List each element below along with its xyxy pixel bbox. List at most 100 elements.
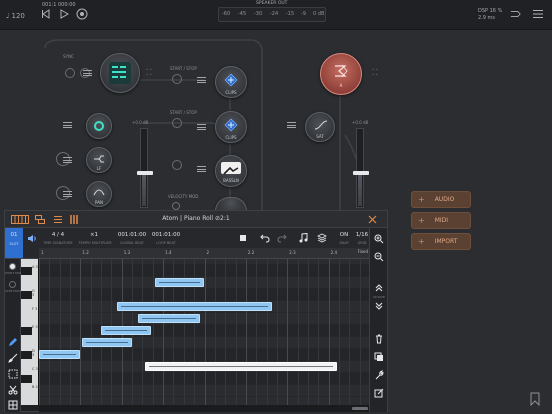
step-mode-toggle[interactable] — [9, 281, 16, 288]
clips-node-2[interactable]: CLIPS — [215, 111, 247, 143]
right-volume-fader[interactable] — [353, 128, 369, 208]
bassline-label: BASSLN — [223, 178, 239, 183]
bassline-menu-icon[interactable] — [197, 166, 206, 172]
black-key[interactable] — [21, 267, 32, 275]
menu-icon[interactable] — [532, 8, 544, 20]
pan-node[interactable]: PAN — [86, 181, 112, 207]
selected-midi-note[interactable] — [144, 362, 337, 371]
left-volume-fader[interactable] — [137, 128, 153, 208]
ruler-mark: 2 — [206, 250, 210, 255]
loop-beat-value[interactable]: 001:01:00 — [147, 232, 185, 238]
octave-down-icon[interactable] — [375, 302, 383, 310]
select-box-icon[interactable] — [8, 369, 18, 379]
pan-node-label: PAN — [95, 200, 103, 205]
wrench-icon[interactable] — [374, 370, 384, 380]
start-stop-toggle-2[interactable] — [172, 118, 182, 128]
midi-note[interactable] — [82, 338, 133, 347]
midi-note[interactable] — [101, 326, 151, 335]
play-icon[interactable] — [58, 8, 70, 20]
scissors-icon[interactable] — [8, 385, 18, 395]
zoom-out-icon[interactable] — [374, 252, 384, 262]
record-icon[interactable] — [76, 8, 88, 20]
sat-node[interactable]: SAT — [305, 112, 335, 142]
left-fader-fill — [142, 174, 146, 206]
redo-icon[interactable] — [277, 233, 287, 243]
stop-icon[interactable] — [239, 234, 247, 242]
black-key[interactable] — [21, 351, 32, 359]
scroll-thumb[interactable] — [352, 407, 368, 410]
key-label: F 3 — [32, 307, 38, 311]
copy-icon[interactable] — [374, 352, 384, 362]
global-beat-caption: GLOBAL BEAT — [119, 241, 145, 245]
trash-icon[interactable] — [375, 334, 383, 344]
rewind-icon[interactable] — [40, 8, 52, 20]
snap-value[interactable]: ON — [335, 232, 353, 238]
slot-selector[interactable]: 01 SLOT — [5, 228, 23, 258]
add-audio-button[interactable]: + AUDIO — [411, 191, 471, 208]
midi-note[interactable] — [39, 350, 81, 359]
quantize-icon[interactable] — [8, 400, 18, 410]
output-meter: -60 -45 -30 -24 -15 -9 0 dB — [218, 7, 326, 22]
pencil-icon[interactable] — [8, 337, 18, 347]
routing-icon[interactable] — [510, 8, 522, 20]
midi-in-node[interactable] — [86, 113, 112, 139]
add-midi-button[interactable]: + MIDI — [411, 212, 471, 229]
grid-line — [328, 259, 330, 405]
saturation-curve-icon — [314, 120, 328, 130]
snap-caption: SNAP — [339, 241, 349, 245]
sat-menu-icon[interactable] — [287, 122, 296, 128]
right-fader-handle[interactable] — [353, 171, 369, 176]
atom-node[interactable] — [100, 53, 140, 93]
speaker-icon[interactable] — [27, 234, 37, 243]
left-fader-handle[interactable] — [137, 171, 153, 176]
lf-menu-icon[interactable] — [63, 157, 72, 163]
tempo-multiplier-value[interactable]: ×1 — [79, 232, 109, 238]
undo-icon[interactable] — [260, 233, 270, 243]
piano-roll-title: Atom | Piano Roll ⊘2:1 — [162, 215, 230, 222]
clips1-menu-icon[interactable] — [197, 77, 206, 83]
atom-menu-icon[interactable] — [83, 70, 92, 76]
grid-line — [349, 259, 351, 405]
note-grid[interactable] — [39, 259, 370, 405]
a-node[interactable]: A — [320, 53, 362, 95]
key-label: B 2 — [32, 385, 38, 389]
grid-line — [152, 259, 154, 405]
lfo-menu-icon[interactable] — [63, 122, 72, 128]
fixed-label: Fixed — [357, 249, 368, 254]
clips2-menu-icon[interactable] — [197, 124, 206, 130]
grid-line — [70, 259, 72, 405]
midi-note[interactable] — [154, 278, 205, 287]
edit-icon[interactable] — [374, 388, 384, 398]
lf-node[interactable]: LF — [86, 147, 112, 173]
global-beat-value[interactable]: 001:01:00 — [113, 232, 151, 238]
import-button[interactable]: + IMPORT — [411, 233, 471, 250]
note-icon[interactable] — [299, 233, 308, 243]
close-icon[interactable] — [368, 215, 377, 224]
bassline-toggle[interactable] — [172, 160, 182, 170]
tempo-display[interactable]: ♩ 120 — [6, 12, 25, 20]
brush-icon[interactable] — [8, 353, 18, 363]
horizontal-scrollbar[interactable] — [39, 405, 370, 412]
piano-keyboard[interactable]: A 3 G 3 F 3 E 3 D 3 C 3 B 2 — [21, 259, 39, 405]
pan-menu-icon[interactable] — [63, 191, 72, 197]
point-mode-toggle[interactable] — [9, 263, 16, 270]
time-signature-value[interactable]: 4 / 4 — [43, 232, 73, 238]
velocity-mod-toggle[interactable] — [172, 202, 180, 210]
octave-up-icon[interactable] — [375, 284, 383, 292]
black-key[interactable] — [21, 291, 32, 299]
atom-port-dots: • • • • — [146, 67, 152, 77]
clips-node-1[interactable]: CLIPS — [215, 66, 247, 98]
sat-node-label: SAT — [316, 134, 324, 139]
black-key[interactable] — [21, 375, 32, 383]
midi-note[interactable] — [116, 302, 272, 311]
right-toolbar: OCTAVE — [369, 228, 387, 412]
timeline-ruler[interactable]: Fixed 1 1.2 1.3 1.4 2 2.2 2.3 2.4 — [39, 248, 370, 259]
bookmark-icon[interactable] — [530, 392, 540, 406]
midi-note[interactable] — [138, 314, 201, 323]
layers-icon[interactable] — [317, 233, 327, 243]
black-key[interactable] — [21, 327, 32, 335]
bassline-node[interactable]: BASSLN — [215, 155, 247, 187]
zoom-in-icon[interactable] — [374, 234, 384, 244]
sync-toggle[interactable] — [65, 68, 75, 78]
start-stop-toggle-1[interactable] — [172, 74, 182, 84]
